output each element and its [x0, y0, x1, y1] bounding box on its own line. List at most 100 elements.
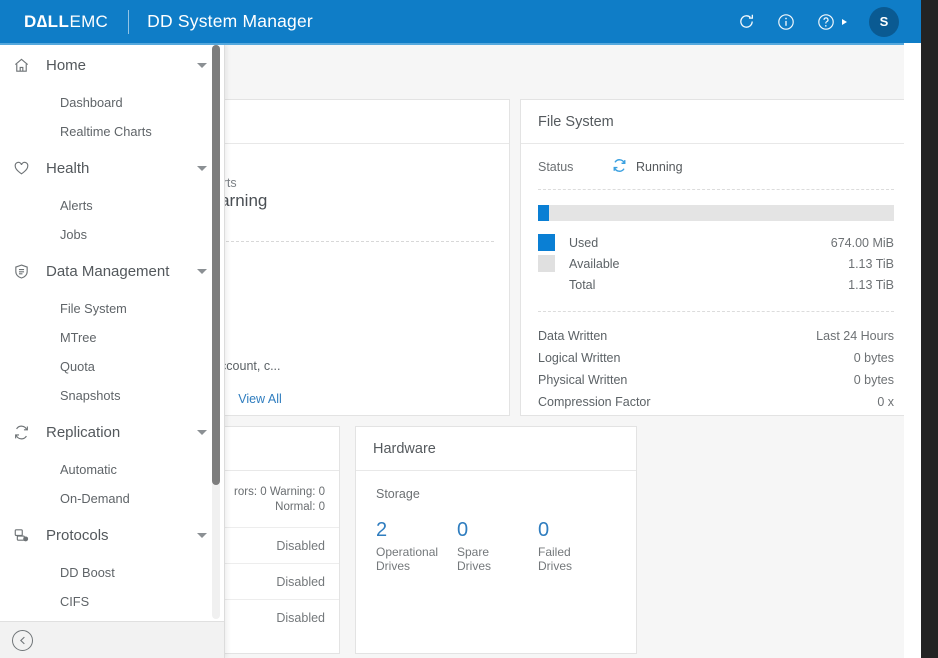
help-icon[interactable]	[815, 11, 837, 33]
stat-value-compression-factor: 0 x	[877, 395, 894, 409]
replication-icon	[6, 424, 36, 441]
nav-item-dashboard-label: Dashboard	[60, 95, 123, 110]
refresh-icon[interactable]	[735, 11, 757, 33]
file-system-stat-row: Physical Written 0 bytes	[538, 369, 894, 391]
stat-value-physical-written: 0 bytes	[853, 373, 894, 387]
file-system-card-title: File System	[538, 113, 614, 130]
window-right-edge	[921, 0, 938, 658]
nav-group-data-management-label: Data Management	[46, 263, 170, 280]
stat-value-data-written: Last 24 Hours	[816, 329, 894, 343]
nav-item-realtime-charts[interactable]: Realtime Charts	[0, 117, 224, 146]
failed-drives-label-1: Failed	[538, 545, 571, 559]
nav-group-health-label: Health	[46, 160, 90, 177]
legend-swatch-used-icon	[538, 234, 555, 251]
services-row-value: Disabled	[276, 574, 325, 589]
brand-block: D∆LLEMC DD System Manager	[0, 9, 313, 34]
stat-label-data-written: Data Written	[538, 329, 608, 343]
file-system-stat-row: Compression Factor 0 x	[538, 391, 894, 413]
nav-group-protocols-label: Protocols	[46, 527, 109, 544]
navigation-scrollbar-thumb[interactable]	[212, 45, 220, 485]
brand-separator	[128, 9, 130, 34]
nav-item-on-demand[interactable]: On-Demand	[0, 484, 224, 513]
avatar[interactable]: S	[869, 6, 899, 37]
collapse-left-icon[interactable]	[12, 629, 33, 651]
hardware-subtitle-storage: Storage	[376, 487, 420, 501]
hardware-metric-operational: 2 Operational Drives	[376, 519, 457, 573]
legend-swatch-total-icon	[538, 276, 555, 293]
nav-item-jobs[interactable]: Jobs	[0, 220, 224, 249]
nav-group-home[interactable]: Home	[0, 43, 224, 88]
nav-group-data-management[interactable]: Data Management	[0, 249, 224, 294]
info-icon[interactable]	[775, 11, 797, 33]
nav-item-mtree-label: MTree	[60, 330, 97, 345]
nav-item-file-system[interactable]: File System	[0, 294, 224, 323]
hardware-metric-spare: 0 Spare Drives	[457, 519, 538, 573]
app-title: DD System Manager	[147, 11, 313, 31]
file-system-card-header: File System	[521, 100, 911, 144]
nav-item-alerts[interactable]: Alerts	[0, 191, 224, 220]
help-menu[interactable]	[815, 11, 847, 33]
nav-item-realtime-charts-label: Realtime Charts	[60, 124, 152, 139]
nav-item-dd-boost-label: DD Boost	[60, 565, 115, 580]
nav-item-snapshots[interactable]: Snapshots	[0, 381, 224, 410]
top-header-underline	[0, 43, 921, 45]
top-header-bar: D∆LLEMC DD System Manager S	[0, 0, 921, 43]
services-row-value: Disabled	[276, 538, 325, 553]
nav-group-home-label: Home	[46, 57, 87, 74]
file-system-usage-bar-fill	[538, 205, 549, 221]
navigation-menu: Home Dashboard Realtime Charts Health Al…	[0, 43, 225, 658]
avatar-initial: S	[879, 14, 889, 29]
page-right-gutter	[904, 43, 921, 658]
services-row-value: Disabled	[276, 610, 325, 625]
file-system-status-value-group: Running	[612, 158, 683, 176]
chevron-down-icon[interactable]	[197, 63, 207, 68]
file-system-legend-row: Used 674.00 MiB	[538, 232, 894, 253]
top-header-actions: S	[735, 6, 921, 37]
stat-label-logical-written: Logical Written	[538, 351, 621, 365]
spare-drives-label-2: Drives	[457, 559, 492, 573]
nav-group-health[interactable]: Health	[0, 146, 224, 191]
nav-item-dashboard[interactable]: Dashboard	[0, 88, 224, 117]
file-system-legend-row: Available 1.13 TiB	[538, 253, 894, 274]
chevron-down-icon[interactable]	[197, 166, 207, 171]
legend-label-available: Available	[569, 256, 620, 271]
chevron-down-icon[interactable]	[197, 269, 207, 274]
nav-item-mtree[interactable]: MTree	[0, 323, 224, 352]
file-system-card-body: Status Running Used 674.00 MiB Available…	[521, 144, 911, 413]
chevron-down-icon[interactable]	[197, 533, 207, 538]
dell-emc-logo: D∆LLEMC	[24, 12, 108, 32]
navigation-menu-scroll-area: Home Dashboard Realtime Charts Health Al…	[0, 43, 224, 621]
chevron-down-icon[interactable]	[197, 430, 207, 435]
stat-label-compression-factor: Compression Factor	[538, 395, 651, 409]
nav-group-replication-label: Replication	[46, 424, 121, 441]
nav-item-quota[interactable]: Quota	[0, 352, 224, 381]
failed-drives-count: 0	[538, 519, 550, 541]
file-system-divider-top	[538, 189, 894, 190]
file-system-stat-row: Data Written Last 24 Hours	[538, 325, 894, 347]
file-system-stat-row: Logical Written 0 bytes	[538, 347, 894, 369]
hardware-drive-metrics: 2 Operational Drives 0 Spare Drives 0 Fa…	[373, 501, 619, 573]
dell-wordmark: D∆LL	[24, 11, 70, 31]
nav-item-automatic[interactable]: Automatic	[0, 455, 224, 484]
caret-right-icon[interactable]	[842, 18, 847, 25]
legend-label-used: Used	[569, 235, 599, 250]
navigation-menu-footer	[0, 621, 224, 658]
file-system-legend-row: Total 1.13 TiB	[538, 274, 894, 295]
nav-item-alerts-label: Alerts	[60, 198, 93, 213]
hardware-card-body: Storage 2 Operational Drives 0 Spare Dri…	[356, 471, 636, 573]
file-system-status-value: Running	[636, 159, 683, 174]
hardware-metric-failed: 0 Failed Drives	[538, 519, 619, 573]
legend-value-available: 1.13 TiB	[848, 256, 894, 271]
nav-item-cifs[interactable]: CIFS	[0, 587, 224, 616]
nav-group-replication[interactable]: Replication	[0, 410, 224, 455]
shield-icon	[6, 263, 36, 280]
file-system-stats: Data Written Last 24 Hours Logical Writt…	[538, 312, 894, 413]
application-window: 0 Alerts Warning Most Recent Alerts No A…	[0, 0, 938, 658]
nav-group-protocols[interactable]: Protocols	[0, 513, 224, 558]
stat-label-physical-written: Physical Written	[538, 373, 628, 387]
heart-icon	[6, 160, 36, 177]
nav-item-dd-boost[interactable]: DD Boost	[0, 558, 224, 587]
operational-drives-label-2: Drives	[376, 559, 411, 573]
nav-item-jobs-label: Jobs	[60, 227, 88, 242]
nav-item-quota-label: Quota	[60, 359, 95, 374]
